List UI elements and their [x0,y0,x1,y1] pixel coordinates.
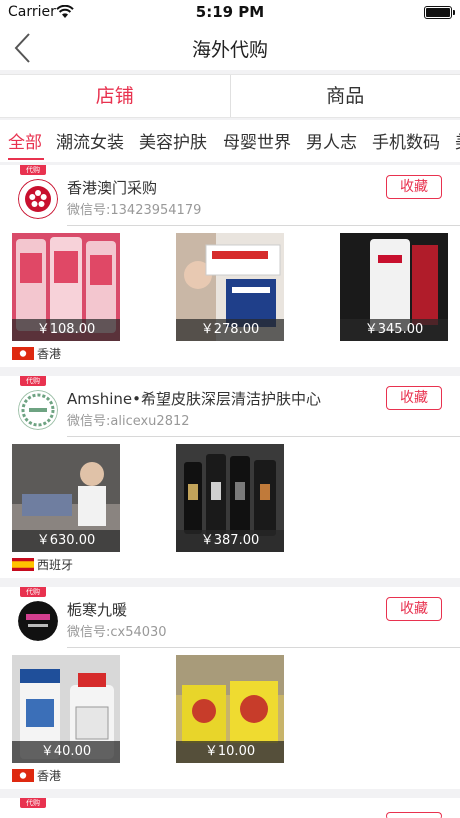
product-thumbnail[interactable]: ￥108.00 [12,233,120,341]
price-tag: ￥10.00 [176,741,284,763]
status-time: 5:19 PM [195,3,265,21]
status-bar: Carrier 5:19 PM [0,0,460,26]
category-bar: 全部 潮流女装 美容护肤 母婴世界 男人志 手机数码 美 [0,120,460,162]
region-name: 香港 [37,769,62,783]
category-digital[interactable]: 手机数码 [372,128,440,153]
product-thumbnail[interactable]: ￥630.00 [12,444,120,552]
shop-avatar[interactable] [18,390,58,430]
shop-avatar[interactable] [18,179,58,219]
hong-kong-flag-icon [12,347,34,360]
tab-products[interactable]: 商品 [231,75,460,117]
spain-flag-icon [12,558,34,571]
shop-card[interactable]: 代购 栀寒九暖 微信号:cx54030 收藏 ￥40.00 ￥10.00 香港 [0,587,460,789]
region-name: 西班牙 [37,558,74,572]
price-tag: ￥630.00 [12,530,120,552]
hong-kong-flag-icon [12,769,34,782]
shop-card[interactable]: 代购 [0,798,460,818]
shop-wechat-id: 微信号:cx54030 [67,625,167,640]
shop-name[interactable]: 香港澳门采购 [67,177,157,198]
shop-avatar[interactable] [18,601,58,641]
tab-shops[interactable]: 店铺 [0,75,230,117]
category-beauty[interactable]: 美容护肤 [139,128,207,153]
product-thumbnail[interactable]: ￥278.00 [176,233,284,341]
category-mother-baby[interactable]: 母婴世界 [223,128,291,153]
shop-card[interactable]: 代购 香港澳门采购 微信号:13423954179 收藏 ￥108.00 ￥27… [0,165,460,367]
shop-product-segment: 店铺 商品 [0,74,460,118]
card-divider [67,436,460,437]
price-tag: ￥345.00 [340,319,448,341]
product-thumbnail[interactable]: ￥387.00 [176,444,284,552]
region-label: 香港 [12,345,62,361]
price-tag: ￥40.00 [12,741,120,763]
product-thumbnail[interactable]: ￥40.00 [12,655,120,763]
favorite-button[interactable]: 收藏 [386,175,442,199]
shop-name[interactable]: Amshine•希望皮肤深层清洁护肤中心 [67,388,321,409]
category-active-indicator [8,158,44,160]
category-all[interactable]: 全部 [8,128,42,153]
price-tag: ￥387.00 [176,530,284,552]
region-label: 香港 [12,767,62,783]
page-title: 海外代购 [191,39,268,61]
favorite-button[interactable]: 收藏 [386,386,442,410]
category-more[interactable]: 美 [455,128,460,153]
shop-wechat-id: 微信号:13423954179 [67,203,202,218]
favorite-button[interactable]: 收藏 [386,597,442,621]
daigou-badge: 代购 [20,798,46,808]
region-name: 香港 [37,347,62,361]
shop-wechat-id: 微信号:alicexu2812 [67,414,190,429]
card-divider [67,225,460,226]
product-thumbnail[interactable]: ￥345.00 [340,233,448,341]
battery-icon [424,6,455,19]
shop-name[interactable]: 栀寒九暖 [67,599,127,620]
category-men[interactable]: 男人志 [306,128,357,153]
product-thumbnail[interactable]: ￥10.00 [176,655,284,763]
price-tag: ￥108.00 [12,319,120,341]
daigou-badge: 代购 [20,165,46,175]
daigou-badge: 代购 [20,376,46,386]
shop-card[interactable]: 代购 Amshine•希望皮肤深层清洁护肤中心 微信号:alicexu2812 … [0,376,460,578]
card-divider [67,647,460,648]
nav-bar: 海外代购 [0,26,460,70]
favorite-button[interactable] [386,812,442,818]
region-label: 西班牙 [12,556,74,572]
price-tag: ￥278.00 [176,319,284,341]
category-women-fashion[interactable]: 潮流女装 [56,128,124,153]
daigou-badge: 代购 [20,587,46,597]
